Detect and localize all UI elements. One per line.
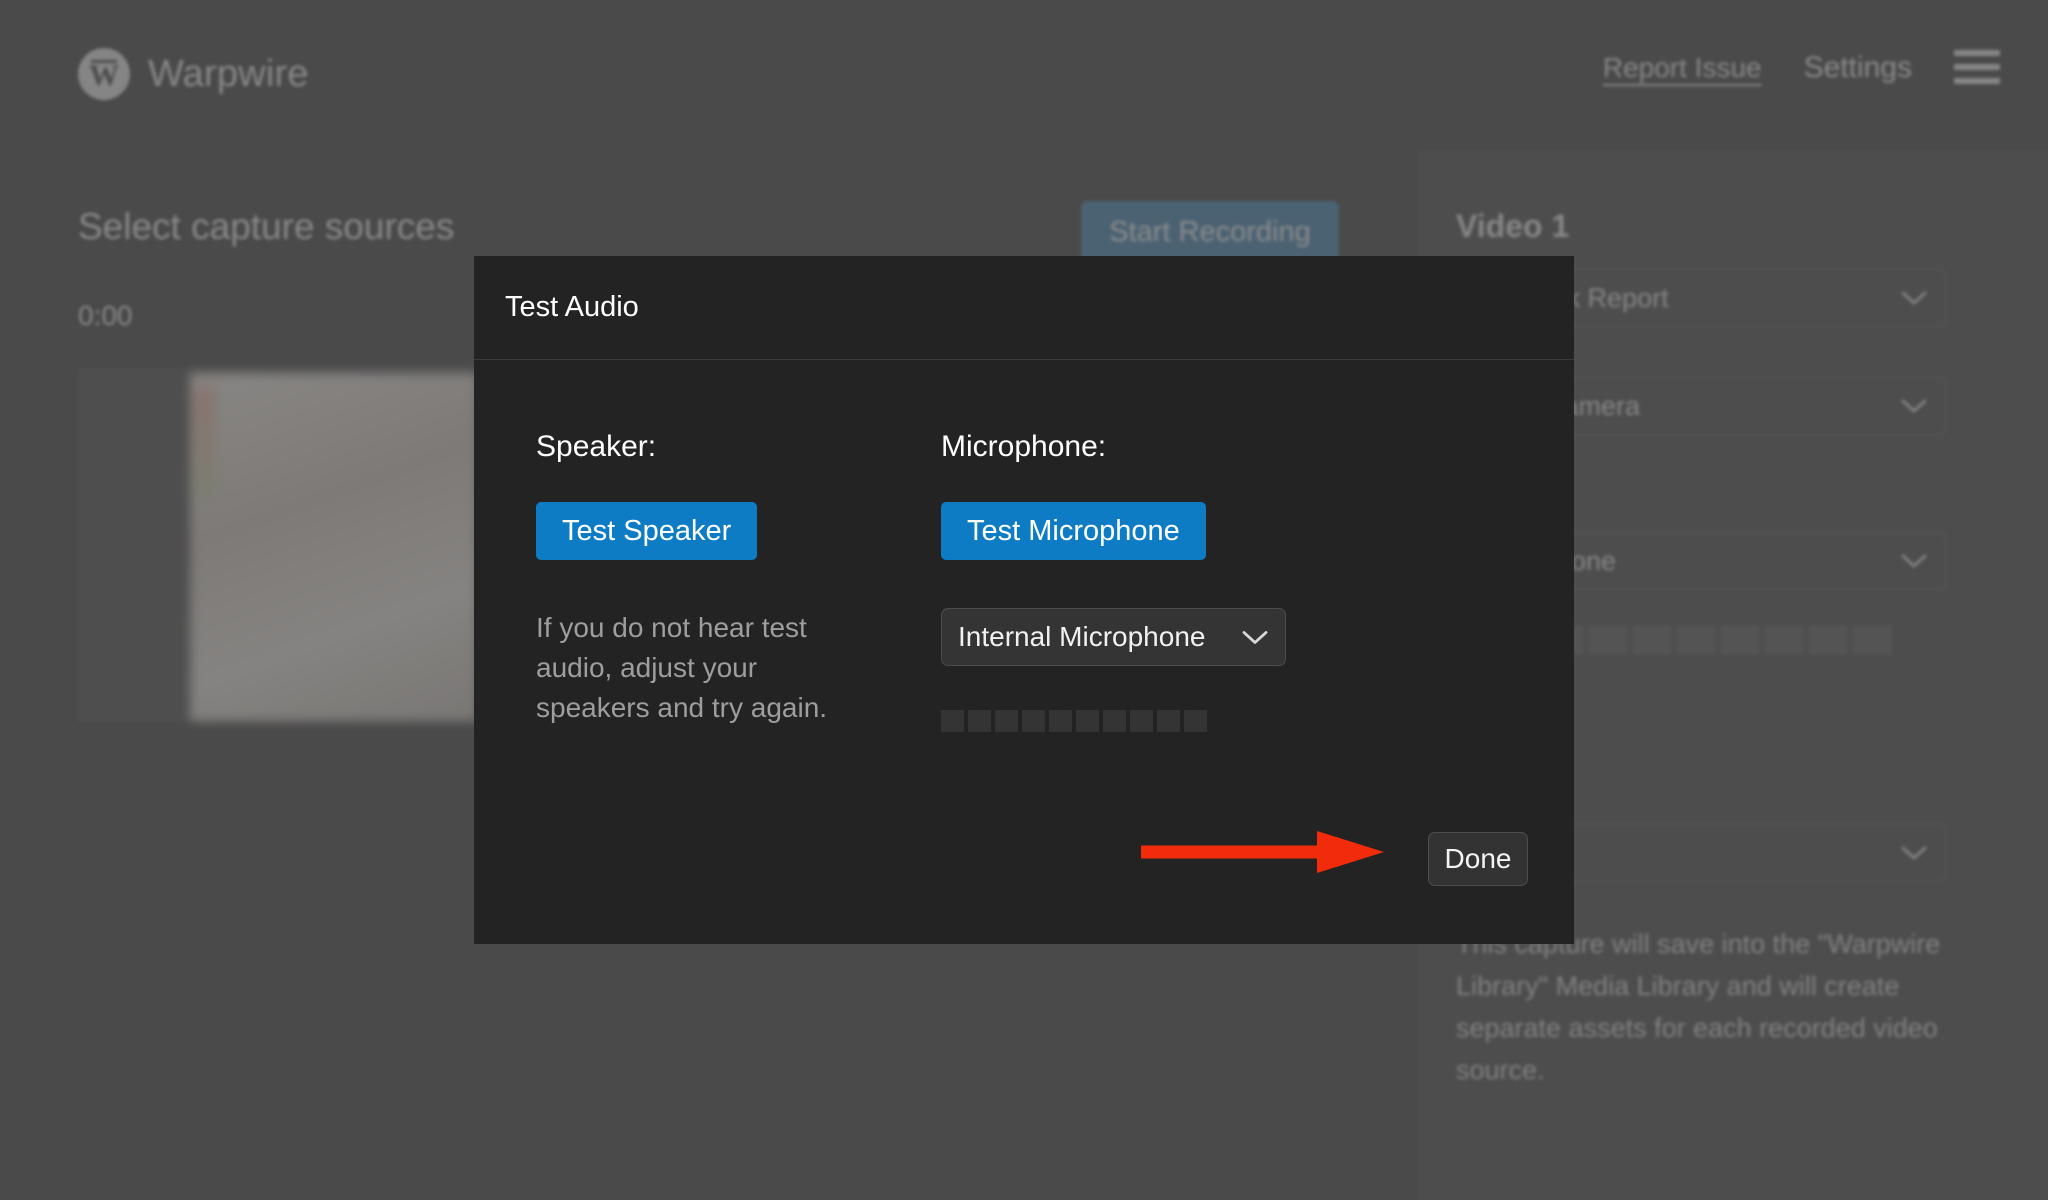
chevron-down-icon bbox=[1901, 398, 1927, 414]
chevron-down-icon bbox=[1901, 845, 1927, 861]
chevron-down-icon bbox=[1901, 553, 1927, 569]
microphone-column: Microphone: Test Microphone Internal Mic… bbox=[941, 430, 1361, 732]
microphone-device-select[interactable]: Internal Microphone bbox=[941, 608, 1286, 666]
microphone-label: Microphone: bbox=[941, 430, 1107, 463]
modal-body: Speaker: Test Speaker If you do not hear… bbox=[474, 360, 1574, 944]
test-microphone-button[interactable]: Test Microphone bbox=[941, 502, 1206, 560]
camera-preview-thumbnail[interactable] bbox=[190, 373, 478, 721]
test-audio-modal: Test Audio Speaker: Test Speaker If you … bbox=[474, 256, 1574, 944]
microphone-level-meter bbox=[941, 710, 1361, 732]
start-recording-button[interactable]: Start Recording bbox=[1081, 201, 1339, 263]
hamburger-menu-icon[interactable] bbox=[1954, 50, 2000, 86]
done-button[interactable]: Done bbox=[1428, 832, 1528, 886]
modal-columns: Speaker: Test Speaker If you do not hear… bbox=[536, 430, 1512, 732]
capture-destination-note: This capture will save into the "Warpwir… bbox=[1456, 929, 1941, 1085]
chevron-down-icon bbox=[1241, 629, 1269, 646]
recording-timer: 0:00 bbox=[78, 300, 133, 331]
modal-title: Test Audio bbox=[505, 291, 639, 323]
modal-header: Test Audio bbox=[474, 256, 1574, 360]
brand-name: Warpwire bbox=[148, 52, 309, 95]
speaker-hint-text: If you do not hear test audio, adjust yo… bbox=[536, 612, 828, 723]
test-speaker-button[interactable]: Test Speaker bbox=[536, 502, 758, 560]
video-section-heading: Video 1 bbox=[1456, 208, 1570, 244]
brand[interactable]: W Warpwire bbox=[78, 48, 309, 100]
logo-letter: W bbox=[89, 58, 119, 92]
speaker-label: Speaker: bbox=[536, 430, 657, 463]
top-bar: W Warpwire Report Issue Settings bbox=[0, 0, 2048, 150]
speaker-column: Speaker: Test Speaker If you do not hear… bbox=[536, 430, 941, 732]
app-root: W Warpwire Report Issue Settings Select … bbox=[0, 0, 2048, 1200]
report-issue-link[interactable]: Report Issue bbox=[1603, 52, 1762, 84]
chevron-down-icon bbox=[1901, 290, 1927, 306]
warpwire-logo-icon: W bbox=[78, 48, 130, 100]
top-bar-actions: Report Issue Settings bbox=[1603, 50, 2000, 86]
page-title: Select capture sources bbox=[78, 206, 455, 247]
microphone-device-value: Internal Microphone bbox=[958, 621, 1206, 652]
settings-link[interactable]: Settings bbox=[1804, 51, 1912, 85]
